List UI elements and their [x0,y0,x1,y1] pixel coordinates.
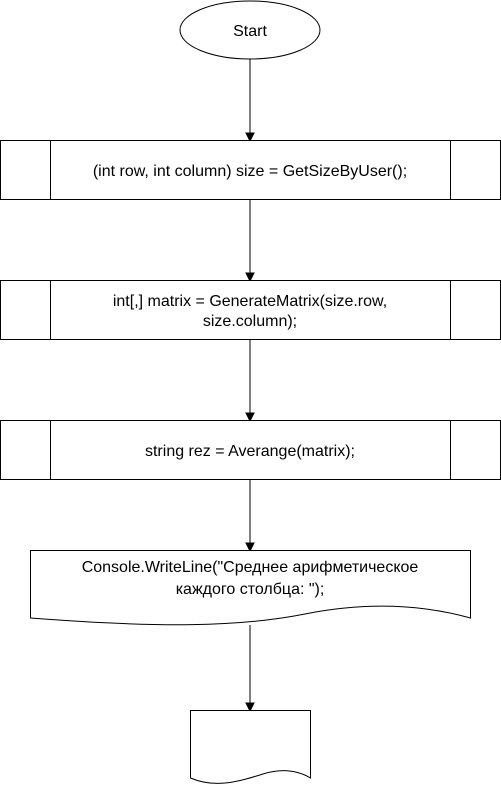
generate-matrix-label-line1: int[,] matrix = GenerateMatrix(size.row, [113,293,387,310]
output-label-line2: каждого столбца: "); [176,581,325,598]
process-average[interactable]: string rez = Averange(matrix); [0,420,501,480]
edge-generate-to-average [245,340,255,423]
document-output[interactable]: Console.WriteLine("Среднее арифметическо… [30,550,471,626]
arrow-head [245,542,255,553]
document-end[interactable] [190,710,311,784]
process-box [0,280,501,340]
edge-start-to-get-size [245,59,255,143]
edge-get-size-to-generate [245,200,255,283]
start-node[interactable]: Start [179,0,321,60]
average-label: string rez = Averange(matrix); [145,443,355,460]
arrow-head [245,412,255,423]
generate-matrix-label-line2: size.column); [203,313,297,330]
process-generate-matrix[interactable]: int[,] matrix = GenerateMatrix(size.row,… [0,280,501,340]
arrow-head [245,272,255,283]
end-document-shape [190,710,311,784]
output-label-line1: Console.WriteLine("Среднее арифметическо… [82,559,419,576]
process-get-size[interactable]: (int row, int column) size = GetSizeByUs… [0,140,501,200]
flowchart-diagram: Start (int row, int column) size = GetSi… [0,0,501,784]
arrow-head [245,702,255,713]
edge-average-to-output [245,480,255,553]
arrow-head [245,132,255,143]
get-size-label: (int row, int column) size = GetSizeByUs… [93,163,407,180]
start-label: Start [233,23,267,40]
edge-output-to-end [245,625,255,713]
